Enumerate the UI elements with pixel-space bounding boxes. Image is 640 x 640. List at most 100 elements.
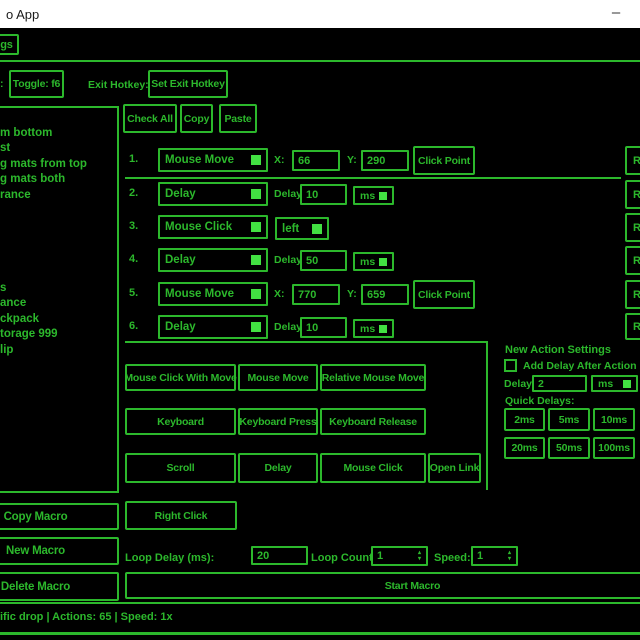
new-action-unit-dropdown[interactable]: ms xyxy=(591,375,638,392)
remove-button[interactable]: R xyxy=(625,313,640,340)
list-item[interactable]: g mats both xyxy=(0,172,117,188)
spinner-down-icon[interactable]: ▾ xyxy=(508,556,511,562)
delay-input[interactable]: 10 xyxy=(300,184,347,205)
action-type-dropdown[interactable]: Mouse Click xyxy=(158,215,268,239)
row-number: 4. xyxy=(129,253,138,265)
exit-hotkey-label: Exit Hotkey: xyxy=(88,79,149,91)
quick-delay-50ms-button[interactable]: 50ms xyxy=(548,437,590,459)
unit-dropdown[interactable]: ms xyxy=(353,186,394,205)
title-bar: o App – xyxy=(0,0,640,28)
macro-list[interactable]: m bottom st g mats from top g mats both … xyxy=(0,106,119,493)
action-type-dropdown[interactable]: Delay xyxy=(158,182,268,206)
mouse-button-dropdown[interactable]: left xyxy=(275,217,329,240)
spinner-down-icon[interactable]: ▾ xyxy=(418,556,421,562)
copy-macro-button[interactable]: Copy Macro xyxy=(0,503,119,530)
click-point-button[interactable]: Click Point xyxy=(413,146,475,175)
add-scroll-button[interactable]: Scroll xyxy=(125,453,236,483)
dropdown-indicator-icon xyxy=(251,322,261,332)
list-item[interactable]: ance xyxy=(0,296,117,312)
add-mouse-move-button[interactable]: Mouse Move xyxy=(238,364,318,391)
list-item[interactable]: st xyxy=(0,141,117,157)
dropdown-indicator-icon xyxy=(379,192,387,200)
remove-button[interactable]: R xyxy=(625,180,640,209)
list-item[interactable] xyxy=(0,203,117,219)
set-exit-hotkey-button[interactable]: Set Exit Hotkey xyxy=(148,70,228,98)
paste-button[interactable]: Paste xyxy=(219,104,257,133)
add-keyboard-release-button[interactable]: Keyboard Release xyxy=(320,408,426,435)
toggle-hotkey-label: : xyxy=(0,78,4,90)
x-input[interactable]: 770 xyxy=(292,284,340,305)
list-item[interactable] xyxy=(0,234,117,250)
delete-macro-button[interactable]: Delete Macro xyxy=(0,572,119,601)
new-macro-button[interactable]: New Macro xyxy=(0,537,119,565)
copy-button[interactable]: Copy xyxy=(180,104,213,133)
delay-input[interactable]: 50 xyxy=(300,250,347,271)
start-macro-button[interactable]: Start Macro xyxy=(125,572,640,599)
add-keyboard-button[interactable]: Keyboard xyxy=(125,408,236,435)
minimize-icon[interactable]: – xyxy=(596,4,636,21)
unit-value: ms xyxy=(598,378,613,390)
remove-button[interactable]: R xyxy=(625,246,640,275)
list-item[interactable] xyxy=(0,219,117,235)
tab-settings[interactable]: gs xyxy=(0,34,19,55)
panel-divider-line xyxy=(486,341,488,490)
list-item[interactable]: s xyxy=(0,281,117,297)
remove-button[interactable]: R xyxy=(625,213,640,242)
add-delay-checkbox[interactable] xyxy=(504,359,517,372)
add-mouse-click-with-move-button[interactable]: Mouse Click With Move xyxy=(125,364,236,391)
add-open-link-button[interactable]: Open Link xyxy=(428,453,481,483)
loop-count-spinner[interactable]: 1 ▴ ▾ xyxy=(371,546,428,566)
unit-value: ms xyxy=(360,190,375,202)
quick-delay-100ms-button[interactable]: 100ms xyxy=(593,437,635,459)
row-number: 3. xyxy=(129,220,138,232)
quick-delay-5ms-button[interactable]: 5ms xyxy=(548,408,590,431)
loop-count-label: Loop Count: xyxy=(311,552,376,564)
add-mouse-click-button[interactable]: Mouse Click xyxy=(320,453,426,483)
add-right-click-button[interactable]: Right Click xyxy=(125,501,237,530)
unit-dropdown[interactable]: ms xyxy=(353,252,394,271)
list-item[interactable]: ckpack xyxy=(0,312,117,328)
action-type-dropdown[interactable]: Delay xyxy=(158,248,268,272)
list-item[interactable] xyxy=(0,110,117,126)
action-type-dropdown[interactable]: Delay xyxy=(158,315,268,339)
delay-input[interactable]: 10 xyxy=(300,317,347,338)
action-type-dropdown[interactable]: Mouse Move xyxy=(158,148,268,172)
action-type-dropdown[interactable]: Mouse Move xyxy=(158,282,268,306)
x-input[interactable]: 66 xyxy=(292,150,340,171)
list-item[interactable]: rance xyxy=(0,188,117,204)
quick-delay-20ms-button[interactable]: 20ms xyxy=(504,437,545,459)
quick-delay-10ms-button[interactable]: 10ms xyxy=(593,408,635,431)
list-item[interactable]: g mats from top xyxy=(0,157,117,173)
y-input[interactable]: 290 xyxy=(361,150,409,171)
dropdown-indicator-icon xyxy=(623,380,631,388)
delay-label: Delay xyxy=(274,321,302,333)
remove-button[interactable]: R xyxy=(625,146,640,175)
speed-value: 1 xyxy=(477,550,483,562)
delay-label: Delay xyxy=(274,188,302,200)
quick-delay-2ms-button[interactable]: 2ms xyxy=(504,408,545,431)
y-input[interactable]: 659 xyxy=(361,284,409,305)
unit-value: ms xyxy=(360,256,375,268)
list-item[interactable] xyxy=(0,250,117,266)
list-item[interactable]: m bottom xyxy=(0,126,117,142)
add-delay-button[interactable]: Delay xyxy=(238,453,318,483)
window-title: o App xyxy=(6,7,39,22)
status-bar-top-border xyxy=(0,602,640,604)
list-item[interactable]: torage 999 xyxy=(0,327,117,343)
dropdown-indicator-icon xyxy=(379,325,387,333)
remove-button[interactable]: R xyxy=(625,280,640,309)
unit-dropdown[interactable]: ms xyxy=(353,319,394,338)
app-window: o App – gs : Toggle: f6 Exit Hotkey: Set… xyxy=(0,0,640,640)
dropdown-indicator-icon xyxy=(251,222,261,232)
speed-spinner[interactable]: 1 ▴ ▾ xyxy=(471,546,518,566)
loop-delay-input[interactable]: 20 xyxy=(251,546,308,565)
toggle-hotkey-button[interactable]: Toggle: f6 xyxy=(9,70,64,98)
check-all-button[interactable]: Check All xyxy=(123,104,177,133)
list-item[interactable]: lip xyxy=(0,343,117,359)
list-item[interactable] xyxy=(0,265,117,281)
new-action-delay-input[interactable]: 2 xyxy=(532,375,587,392)
add-keyboard-press-button[interactable]: Keyboard Press xyxy=(238,408,318,435)
speed-label: Speed: xyxy=(434,552,471,564)
add-relative-mouse-move-button[interactable]: Relative Mouse Move xyxy=(320,364,426,391)
click-point-button[interactable]: Click Point xyxy=(413,280,475,309)
